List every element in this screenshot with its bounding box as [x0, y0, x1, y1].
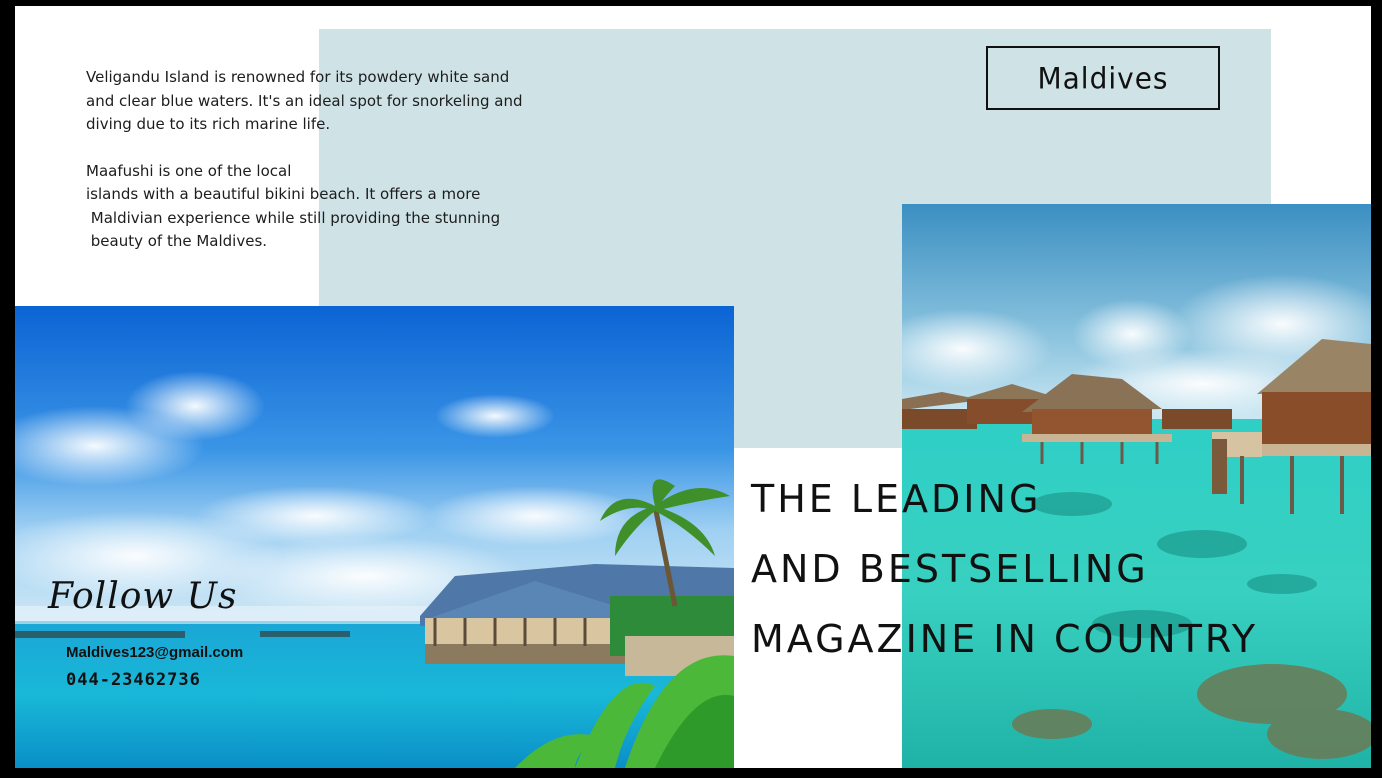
headline-line: AND BESTSELLING [751, 547, 1149, 591]
headline: THE LEADING AND BESTSELLING MAGAZINE IN … [751, 464, 1371, 674]
intro-line: diving due to its rich marine life. [86, 115, 331, 133]
follow-us-heading: Follow Us [48, 576, 238, 617]
headline-line: MAGAZINE IN COUNTRY [751, 617, 1259, 661]
tropical-beach-resort-photo [15, 306, 734, 768]
intro-paragraph-2: Maafushi is one of the local islands wit… [86, 160, 566, 254]
intro-line: Maldivian experience while still providi… [86, 208, 501, 227]
intro-line: and clear blue waters. It's an ideal spo… [86, 91, 523, 110]
intro-line: Maafushi is one of the local [86, 161, 292, 180]
intro-line: Veligandu Island is renowned for its pow… [86, 68, 510, 86]
title-label: Maldives [1037, 60, 1169, 96]
intro-paragraph-1: Veligandu Island is renowned for its pow… [86, 66, 566, 137]
intro-text: Veligandu Island is renowned for its pow… [86, 66, 566, 254]
contact-phone[interactable]: 044-23462736 [66, 670, 201, 690]
title-box: Maldives [986, 46, 1220, 110]
magazine-page: Veligandu Island is renowned for its pow… [15, 6, 1371, 768]
headline-line: THE LEADING [751, 477, 1042, 521]
intro-line: beauty of the Maldives. [86, 232, 268, 250]
intro-line: islands with a beautiful bikini beach. I… [86, 185, 481, 203]
contact-email[interactable]: Maldives123@gmail.com [66, 644, 243, 661]
